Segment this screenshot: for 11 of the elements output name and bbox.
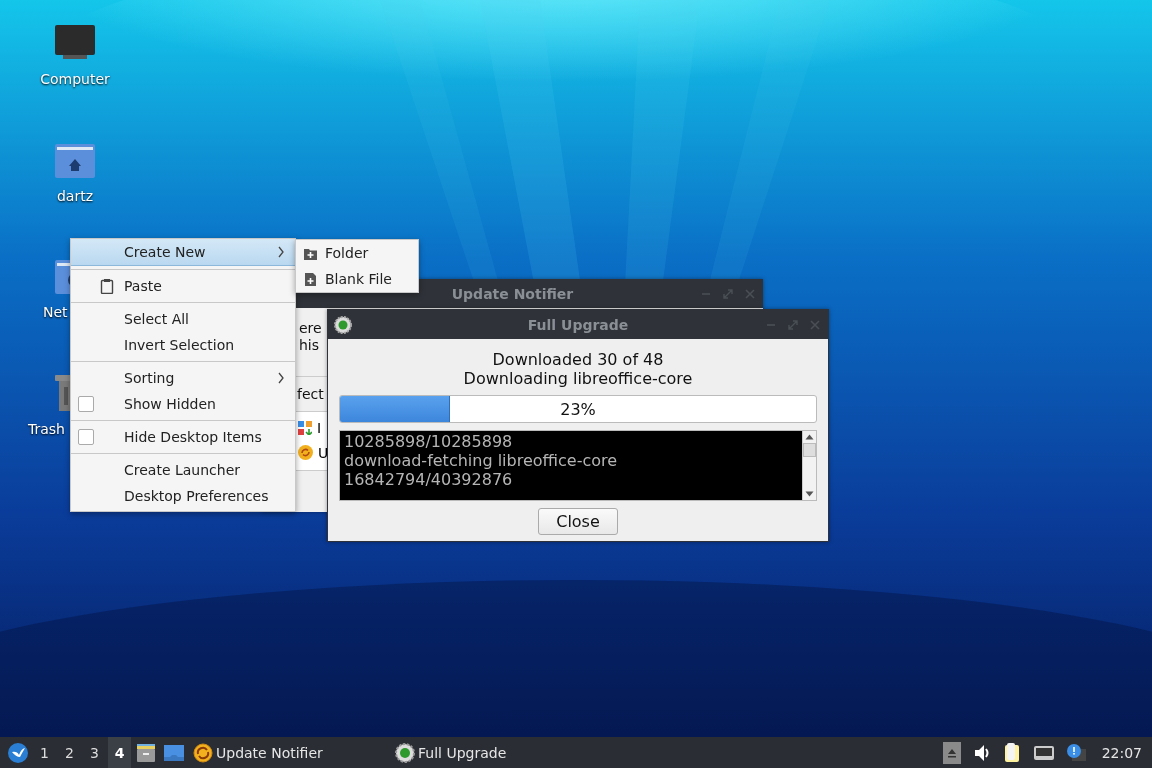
status-text: Downloaded 30 of 48 bbox=[492, 350, 664, 369]
log-line: 10285898/10285898 bbox=[344, 432, 514, 451]
section-label: fect bbox=[297, 386, 324, 403]
log-line: download-fetching libreoffice-core bbox=[344, 451, 619, 470]
body-text: his bbox=[299, 337, 320, 354]
window-title: Update Notifier bbox=[451, 285, 574, 302]
status-text: Downloading libreoffice-core bbox=[463, 369, 693, 388]
progress-text: 23% bbox=[560, 399, 596, 419]
window-title: Full Upgrade bbox=[527, 316, 629, 333]
body-text: ere bbox=[299, 320, 322, 337]
log-line: 16842794/40392876 bbox=[344, 470, 514, 489]
